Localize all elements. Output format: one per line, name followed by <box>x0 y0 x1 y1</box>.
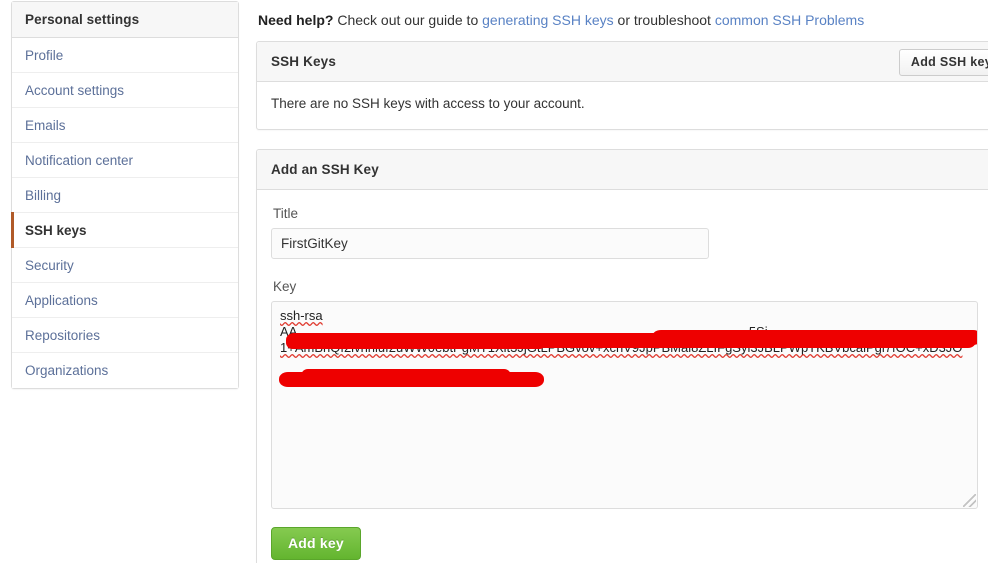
key-line-2-head: AA <box>280 324 298 339</box>
title-input[interactable] <box>271 228 709 259</box>
sidebar-item-security[interactable]: Security <box>12 248 238 283</box>
add-ssh-key-form: Title Key ssh-rsaAA 5Si1+ <box>257 190 988 563</box>
key-line-1: ssh-rsa <box>280 308 323 323</box>
textarea-resize-handle[interactable] <box>963 494 976 507</box>
sidebar-item-billing[interactable]: Billing <box>12 178 238 213</box>
key-line-2-spacer <box>297 324 748 339</box>
key-line-3: 1+AmBhQf2lvnniuf2uWW0ebtPgMT1Xit3JjGtLPB… <box>280 340 963 355</box>
help-text-1: Check out our guide to <box>333 12 483 28</box>
add-ssh-key-panel-header: Add an SSH Key <box>257 150 988 190</box>
sidebar-item-label: Emails <box>25 118 66 133</box>
no-ssh-keys-message: There are no SSH keys with access to you… <box>271 96 585 111</box>
sidebar-item-label: SSH keys <box>25 223 87 238</box>
ssh-keys-settings-page: Personal settings Profile Account settin… <box>0 0 988 563</box>
key-textarea-content: ssh-rsa AA 5Si 1+AmBhQf2lvnniuf2uWW0ebtPgM… <box>280 308 976 356</box>
sidebar-item-label: Security <box>25 258 74 273</box>
key-line-2-tail: 5Si <box>748 324 768 339</box>
link-generating-ssh-keys[interactable]: generating SSH keys <box>482 12 614 28</box>
ssh-keys-panel-title: SSH Keys <box>271 54 336 69</box>
add-ssh-key-button[interactable]: Add SSH key <box>898 49 988 76</box>
key-textarea[interactable]: ssh-rsa AA 5Si 1+AmBhQf2lvnniuf2uWW0ebtPgM… <box>271 301 978 509</box>
sidebar-item-label: Notification center <box>25 153 134 168</box>
sidebar-item-emails[interactable]: Emails <box>12 108 238 143</box>
sidebar-item-applications[interactable]: Applications <box>12 283 238 318</box>
add-ssh-key-panel-title: Add an SSH Key <box>271 162 379 177</box>
sidebar-item-account-settings[interactable]: Account settings <box>12 73 238 108</box>
key-field-label: Key <box>273 279 297 294</box>
sidebar-item-label: Repositories <box>25 328 101 343</box>
ssh-keys-panel-header: SSH Keys Add SSH key <box>257 42 988 82</box>
sidebar-item-profile[interactable]: Profile <box>12 38 238 73</box>
sidebar-item-label: Organizations <box>25 363 109 378</box>
key-textarea-wrapper: ssh-rsa AA 5Si 1+AmBhQf2lvnniuf2uWW0ebtPgM… <box>271 301 978 509</box>
sidebar-item-repositories[interactable]: Repositories <box>12 318 238 353</box>
help-line: Need help? Check out our guide to genera… <box>256 0 988 41</box>
help-text-2: or troubleshoot <box>613 12 715 28</box>
personal-settings-sidebar: Personal settings Profile Account settin… <box>11 1 239 389</box>
main-content: Need help? Check out our guide to genera… <box>256 0 988 563</box>
ssh-keys-panel-body: There are no SSH keys with access to you… <box>257 82 988 129</box>
sidebar-header: Personal settings <box>12 2 238 38</box>
sidebar-item-notification-center[interactable]: Notification center <box>12 143 238 178</box>
title-field-label: Title <box>273 206 299 221</box>
sidebar-item-label: Applications <box>25 293 98 308</box>
sidebar-item-label: Profile <box>25 48 64 63</box>
add-ssh-key-panel: Add an SSH Key Title Key ssh-rsaAA <box>256 149 988 563</box>
add-key-submit-button[interactable]: Add key <box>271 527 361 560</box>
ssh-keys-panel: SSH Keys Add SSH key There are no SSH ke… <box>256 41 988 130</box>
link-common-ssh-problems[interactable]: common SSH Problems <box>715 12 864 28</box>
sidebar-item-ssh-keys[interactable]: SSH keys <box>11 212 238 248</box>
sidebar-item-organizations[interactable]: Organizations <box>12 353 238 388</box>
sidebar-item-label: Account settings <box>25 83 125 98</box>
help-bold-prefix: Need help? <box>258 12 334 28</box>
sidebar-item-label: Billing <box>25 188 62 203</box>
